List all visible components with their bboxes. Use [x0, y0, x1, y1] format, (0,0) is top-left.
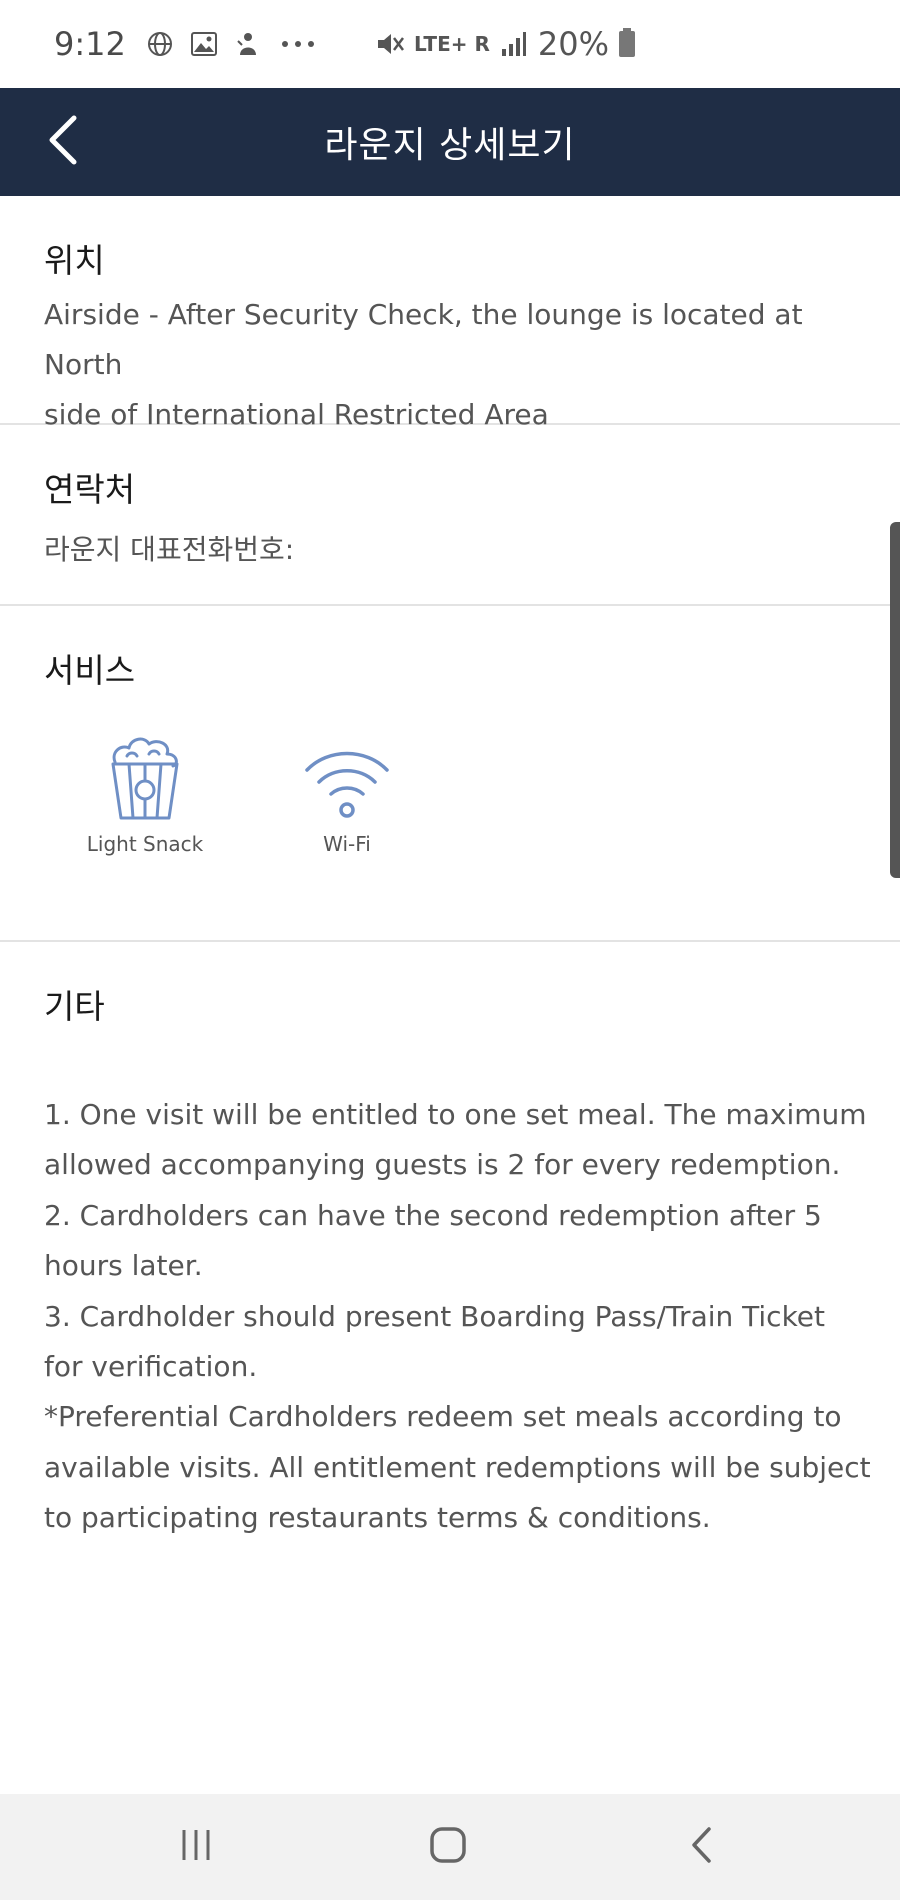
other-line: hours later. [44, 1249, 203, 1283]
other-line: 3. Cardholder should present Boarding Pa… [44, 1299, 825, 1333]
location-text: Airside - After Security Check, the loun… [44, 290, 864, 440]
other-line: *Preferential Cardholders redeem set mea… [44, 1400, 842, 1434]
contact-section: 연락처 라운지 대표전화번호: [0, 425, 900, 606]
other-line: available visits. All entitlement redemp… [44, 1450, 871, 1484]
scrollbar[interactable] [890, 522, 900, 878]
page-title: 라운지 상세보기 [324, 125, 576, 166]
status-time: 9:12 [54, 25, 126, 63]
recents-icon [178, 1828, 214, 1866]
system-nav-bar [0, 1794, 900, 1900]
lounge-detail-content[interactable]: 위치 Airside - After Security Check, the l… [0, 196, 900, 1794]
home-icon [429, 1826, 467, 1868]
location-line: Airside - After Security Check, the loun… [44, 298, 803, 381]
back-button[interactable] [32, 112, 92, 172]
other-text: 1. One visit will be entitled to one set… [44, 1090, 874, 1544]
app-notification-icon [234, 30, 262, 58]
contact-text: 라운지 대표전화번호: [44, 533, 295, 566]
battery-icon [618, 28, 635, 57]
other-line: for verification. [44, 1350, 258, 1384]
services-heading: 서비스 [44, 651, 136, 690]
recents-button[interactable] [166, 1822, 226, 1872]
service-item-light-snack: Light Snack [70, 726, 220, 856]
system-back-button[interactable] [672, 1822, 732, 1872]
wifi-icon [297, 726, 397, 822]
other-section: 기타 1. One visit will be entitled to one … [0, 942, 900, 1794]
app-header: 라운지 상세보기 [0, 88, 900, 196]
status-bar: 9:12 LTE+ R 20% [0, 0, 900, 88]
battery-percent: 20% [537, 25, 609, 63]
services-section: 서비스 Light Snack Wi-Fi [0, 606, 900, 942]
popcorn-icon [95, 726, 195, 822]
service-label: Wi-Fi [323, 832, 371, 856]
other-line: to participating restaurants terms & con… [44, 1501, 711, 1535]
network-type: LTE+ R [414, 32, 490, 56]
location-section: 위치 Airside - After Security Check, the l… [0, 196, 900, 431]
service-label: Light Snack [86, 832, 204, 856]
other-line: 2. Cardholders can have the second redem… [44, 1198, 822, 1232]
other-heading: 기타 [44, 987, 105, 1026]
contact-heading: 연락처 [44, 470, 136, 509]
other-line: allowed accompanying guests is 2 for eve… [44, 1148, 841, 1182]
gallery-icon [190, 30, 218, 58]
signal-icon [500, 30, 528, 58]
home-button[interactable] [418, 1822, 478, 1872]
service-list: Light Snack Wi-Fi [70, 726, 422, 856]
mute-icon [376, 30, 404, 58]
globe-icon [146, 30, 174, 58]
chevron-left-icon [44, 114, 80, 170]
back-icon [689, 1826, 715, 1868]
more-dots-icon [278, 30, 318, 58]
service-item-wifi: Wi-Fi [272, 726, 422, 856]
other-line: 1. One visit will be entitled to one set… [44, 1098, 867, 1131]
location-heading: 위치 [44, 241, 105, 280]
